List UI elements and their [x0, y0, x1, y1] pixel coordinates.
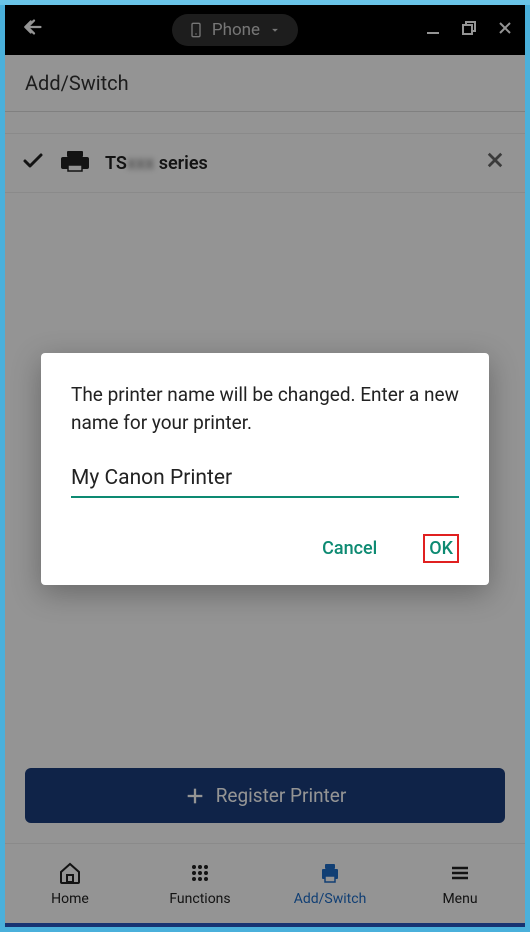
dialog-overlay: The printer name will be changed. Enter …	[5, 10, 525, 927]
printer-name-input[interactable]	[71, 462, 459, 498]
cancel-button[interactable]: Cancel	[320, 534, 379, 563]
dialog-message: The printer name will be changed. Enter …	[71, 381, 459, 438]
rename-printer-dialog: The printer name will be changed. Enter …	[41, 353, 489, 585]
ok-button[interactable]: OK	[423, 534, 459, 563]
